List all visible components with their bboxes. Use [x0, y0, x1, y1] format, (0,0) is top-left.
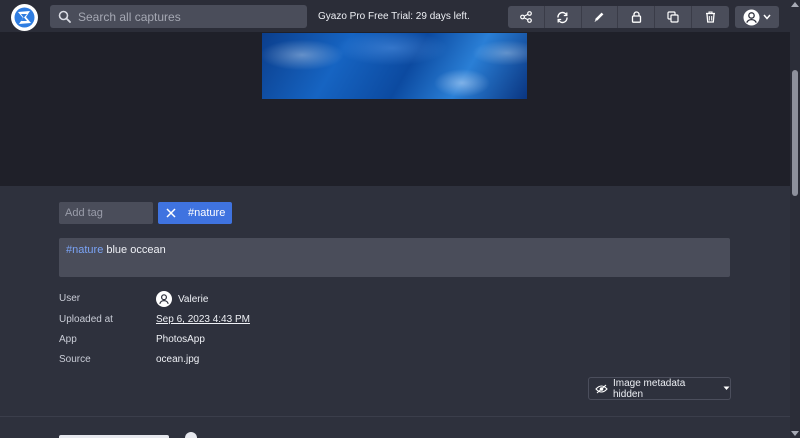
- add-tag-input[interactable]: [59, 202, 153, 224]
- tag-label: #nature: [188, 207, 226, 219]
- copy-button[interactable]: [655, 6, 692, 28]
- details-panel: #nature #nature blue occean User Valerie…: [0, 186, 790, 438]
- user-menu-button[interactable]: [735, 6, 779, 28]
- source-value: ocean.jpg: [156, 354, 200, 365]
- user-label: User: [59, 293, 81, 304]
- app-value: PhotosApp: [156, 334, 205, 345]
- share-button[interactable]: [508, 6, 545, 28]
- user-name: Valerie: [178, 293, 209, 305]
- help-icon[interactable]: [185, 432, 197, 438]
- scroll-up-arrow-icon[interactable]: [791, 2, 799, 7]
- pencil-icon: [594, 12, 604, 22]
- gyazo-logo-icon[interactable]: [11, 4, 38, 31]
- app-label: App: [59, 334, 77, 345]
- toolbar: [508, 6, 729, 28]
- vertical-scrollbar[interactable]: [790, 0, 800, 438]
- metadata-visibility-label: Image metadata hidden: [612, 377, 686, 400]
- description-hashtag[interactable]: #nature: [66, 244, 103, 256]
- user-avatar-icon: [156, 291, 172, 307]
- search-input[interactable]: [78, 9, 298, 24]
- tag-chip[interactable]: #nature: [158, 202, 232, 224]
- search-icon: [58, 10, 71, 23]
- sync-button[interactable]: [545, 6, 582, 28]
- lock-icon: [631, 11, 641, 23]
- section-divider: [0, 416, 790, 417]
- chevron-down-icon: [763, 14, 771, 20]
- search-box[interactable]: [50, 5, 307, 28]
- description-field[interactable]: #nature blue occean: [59, 238, 730, 277]
- sync-icon: [557, 11, 568, 23]
- user-avatar-icon: [743, 9, 760, 25]
- copy-icon: [667, 11, 679, 23]
- scroll-down-arrow-icon[interactable]: [791, 431, 799, 436]
- eye-slash-icon: [595, 384, 608, 393]
- metadata-visibility-button[interactable]: Image metadata hidden: [588, 377, 731, 400]
- share-icon: [519, 11, 532, 23]
- delete-button[interactable]: [692, 6, 729, 28]
- top-bar: Gyazo Pro Free Trial: 29 days left.: [0, 0, 790, 33]
- next-section-heading: [59, 432, 219, 438]
- source-label: Source: [59, 354, 91, 365]
- remove-tag-icon[interactable]: [166, 208, 176, 218]
- trash-icon: [705, 11, 715, 23]
- trial-notice: Gyazo Pro Free Trial: 29 days left.: [318, 11, 470, 22]
- description-text: blue occean: [103, 244, 166, 256]
- uploaded-date-link[interactable]: Sep 6, 2023 4:43 PM: [156, 314, 250, 325]
- caret-down-icon: [723, 386, 730, 390]
- capture-image[interactable]: [262, 33, 527, 99]
- image-viewer: [0, 33, 790, 186]
- uploaded-label: Uploaded at: [59, 314, 113, 325]
- user-value: Valerie: [156, 291, 208, 307]
- scrollbar-thumb[interactable]: [792, 70, 798, 196]
- edit-button[interactable]: [582, 6, 619, 28]
- lock-button[interactable]: [618, 6, 656, 28]
